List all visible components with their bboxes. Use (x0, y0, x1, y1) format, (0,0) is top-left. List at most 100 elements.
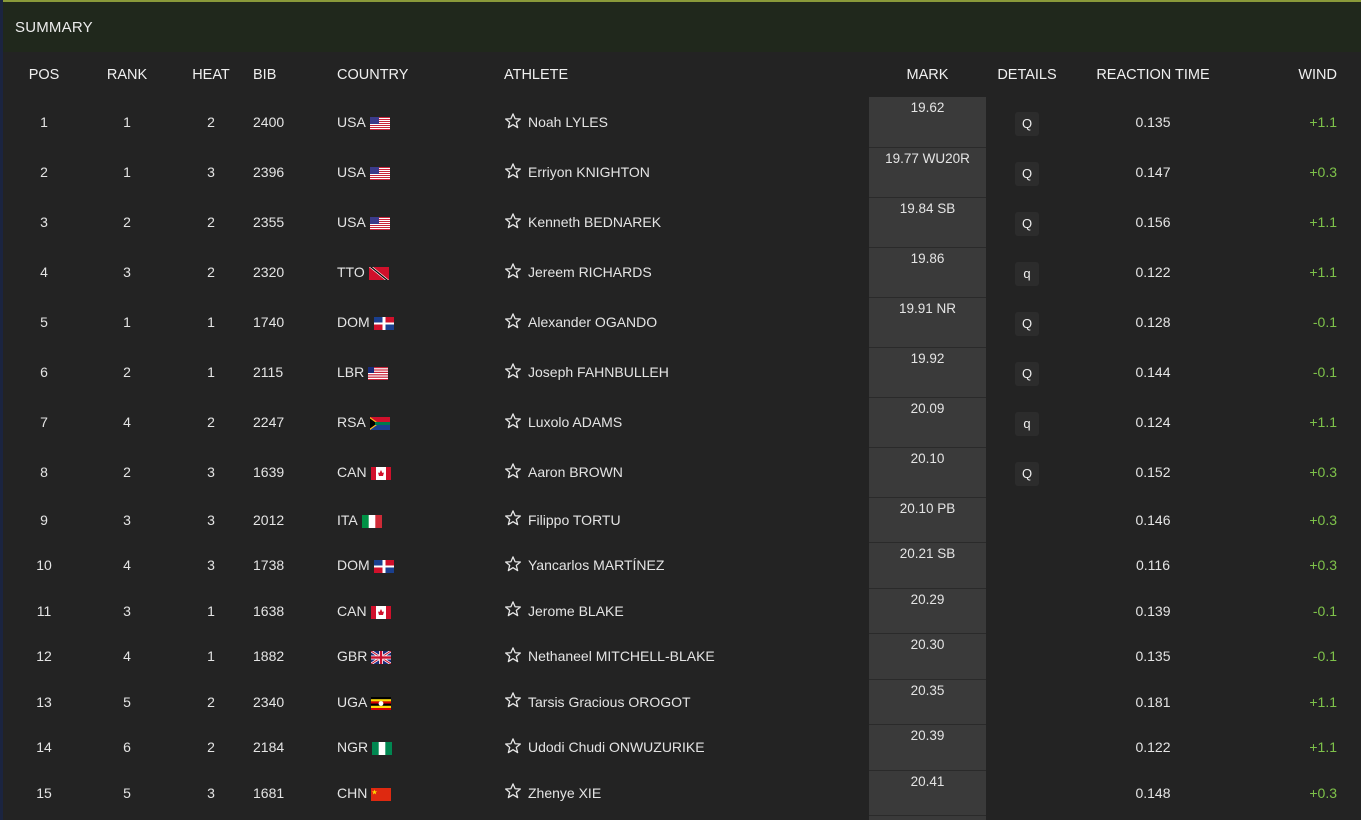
table-row[interactable]: 11 3 1 1638 CAN Jerome BLAKE 20.29 0.139 -0.1 (3, 588, 1361, 634)
table-row[interactable]: 14 6 2 2184 NGR Udodi Chudi ONWUZURIKE 20.39 0.… (3, 724, 1361, 771)
cell-heat: 1 (207, 364, 215, 380)
cell-details (986, 679, 1068, 725)
favorite-star-icon[interactable] (504, 462, 522, 483)
favorite-star-icon[interactable] (504, 509, 522, 530)
athlete-name[interactable]: Yancarlos MARTÍNEZ (528, 557, 664, 573)
cell-rank: 6 (123, 739, 131, 756)
table-row[interactable]: 13 5 2 2340 UGA Tarsis Gracious OROGOT 20.35 0.… (3, 679, 1361, 725)
chn-flag-icon (371, 785, 392, 801)
cell-heat: 1 (207, 648, 215, 665)
col-header-rank[interactable]: RANK (85, 52, 169, 97)
favorite-star-icon[interactable] (504, 212, 522, 233)
athlete-name[interactable]: Tarsis Gracious OROGOT (528, 694, 691, 710)
cell-wind: +0.3 (1309, 557, 1337, 574)
cell-heat: 3 (207, 164, 215, 180)
table-row[interactable]: 1 1 2 2400 USA Noah LYLES 19.62 Q 0.135 +1.1 (3, 97, 1361, 148)
cell-country: USA (337, 147, 504, 197)
table-row[interactable]: 9 3 3 2012 ITA Filippo TORTU 20.10 PB 0.146 +0.3 (3, 497, 1361, 543)
cell-rank: 2 (123, 364, 131, 380)
cell-details: Q (986, 147, 1068, 197)
athlete-name[interactable]: Filippo TORTU (528, 512, 621, 528)
athlete-name[interactable]: Udodi Chudi ONWUZURIKE (528, 739, 705, 755)
cell-bib: 1740 (253, 314, 285, 330)
cell-bib: 1681 (253, 784, 285, 801)
table-row[interactable]: 2 1 3 2396 USA Erriyon KNIGHTON 19.77 WU20R Q 0.… (3, 147, 1361, 198)
qualification-badge: Q (1015, 212, 1039, 236)
cell-rank: 2 (123, 214, 131, 230)
col-header-reaction-time[interactable]: REACTION TIME (1068, 52, 1238, 97)
athlete-name[interactable]: Noah LYLES (528, 114, 608, 130)
gbr-flag-icon (371, 648, 392, 665)
cell-athlete: Joseph FAHNBULLEH (504, 347, 869, 397)
favorite-star-icon[interactable] (504, 362, 522, 383)
can-flag-icon (370, 603, 391, 619)
cell-wind: -0.1 (1312, 314, 1337, 330)
cell-country: NGR (337, 725, 504, 771)
favorite-star-icon[interactable] (504, 600, 522, 621)
col-header-athlete[interactable]: ATHLETE (504, 52, 869, 97)
cell-rank: 3 (123, 264, 131, 280)
favorite-star-icon[interactable] (504, 112, 522, 133)
cell-rank: 4 (123, 648, 131, 665)
cell-heat: 2 (207, 264, 215, 280)
table-row[interactable]: 6 2 1 2115 LBR Joseph FAHNBULLEH 19.92 Q 0.144 -0… (3, 347, 1361, 398)
favorite-star-icon[interactable] (504, 555, 522, 576)
favorite-star-icon[interactable] (504, 162, 522, 183)
col-header-mark[interactable]: MARK (869, 52, 986, 97)
athlete-name[interactable]: Zhenye XIE (528, 785, 601, 801)
cell-athlete: Jerome BLAKE (504, 588, 869, 634)
cell-reaction-time: 0.144 (1135, 364, 1171, 380)
qualification-badge: Q (1015, 462, 1039, 486)
col-header-bib[interactable]: BIB (253, 52, 337, 97)
athlete-name[interactable]: Alexander OGANDO (528, 314, 657, 330)
cell-wind: +0.3 (1309, 511, 1337, 528)
summary-header[interactable]: SUMMARY (3, 0, 1361, 52)
cell-rank: 1 (123, 314, 131, 330)
cell-rank: 5 (123, 693, 131, 710)
table-row[interactable]: 7 4 2 2247 RSA Luxolo ADAMS 20.09 q 0.124 +1.1 (3, 397, 1361, 448)
col-header-pos[interactable]: POS (3, 52, 85, 97)
cell-details: Q (986, 197, 1068, 247)
athlete-name[interactable]: Jerome BLAKE (528, 603, 624, 619)
table-row[interactable]: 15 5 3 1681 CHN Zhenye XIE 20.41 0.148 +0.3 (3, 770, 1361, 816)
athlete-name[interactable]: Erriyon KNIGHTON (528, 164, 650, 180)
country-code: CHN (337, 784, 368, 801)
table-row[interactable]: 4 3 2 2320 TTO Jereem RICHARDS 19.86 q 0.122 +1.1 (3, 247, 1361, 298)
table-row[interactable]: 10 4 3 1738 DOM Yancarlos MARTÍNEZ 20.21 SB 0.1… (3, 542, 1361, 589)
athlete-name[interactable]: Kenneth BEDNAREK (528, 214, 661, 230)
table-row[interactable]: 3 2 2 2355 USA Kenneth BEDNAREK 19.84 SB Q 0.156… (3, 197, 1361, 248)
cell-bib: 1639 (253, 464, 285, 480)
table-row[interactable]: 5 1 1 1740 DOM Alexander OGANDO 19.91 NR Q 0.128… (3, 297, 1361, 348)
table-row[interactable]: 12 4 1 1882 GBR Nethaneel MITCHELL-BLAKE 20.30… (3, 633, 1361, 680)
cell-pos: 8 (40, 464, 48, 480)
qualification-badge: Q (1015, 362, 1039, 386)
favorite-star-icon[interactable] (504, 737, 522, 758)
athlete-name[interactable]: Nethaneel MITCHELL-BLAKE (528, 648, 715, 664)
favorite-star-icon[interactable] (504, 262, 522, 283)
col-header-country[interactable]: COUNTRY (337, 52, 504, 97)
country-code: UGA (337, 693, 368, 710)
athlete-name[interactable]: Joseph FAHNBULLEH (528, 364, 669, 380)
favorite-star-icon[interactable] (504, 691, 522, 712)
cell-athlete: Jereem RICHARDS (504, 247, 869, 297)
cell-mark: 20.10 PB (869, 497, 986, 543)
country-code: GBR (337, 648, 368, 665)
cell-athlete: Noah LYLES (504, 97, 869, 147)
results-table: POS RANK HEAT BIB COUNTRY ATHLETE MARK D… (3, 52, 1361, 816)
col-header-wind[interactable]: WIND (1238, 52, 1361, 97)
favorite-star-icon[interactable] (504, 312, 522, 333)
cell-mark: 20.10 (869, 447, 986, 498)
favorite-star-icon[interactable] (504, 782, 522, 803)
table-row[interactable]: 8 2 3 1639 CAN Aaron BROWN 20.10 Q 0.152 +0.3 (3, 447, 1361, 498)
favorite-star-icon[interactable] (504, 646, 522, 667)
cell-wind: +1.1 (1309, 214, 1337, 230)
athlete-name[interactable]: Aaron BROWN (528, 464, 623, 480)
favorite-star-icon[interactable] (504, 412, 522, 433)
athlete-name[interactable]: Luxolo ADAMS (528, 414, 622, 430)
cell-bib: 2400 (253, 114, 285, 130)
cell-wind: +1.1 (1309, 414, 1337, 430)
athlete-name[interactable]: Jereem RICHARDS (528, 264, 652, 280)
cell-rank: 1 (123, 164, 131, 180)
col-header-heat[interactable]: HEAT (169, 52, 253, 97)
col-header-details[interactable]: DETAILS (986, 52, 1068, 97)
